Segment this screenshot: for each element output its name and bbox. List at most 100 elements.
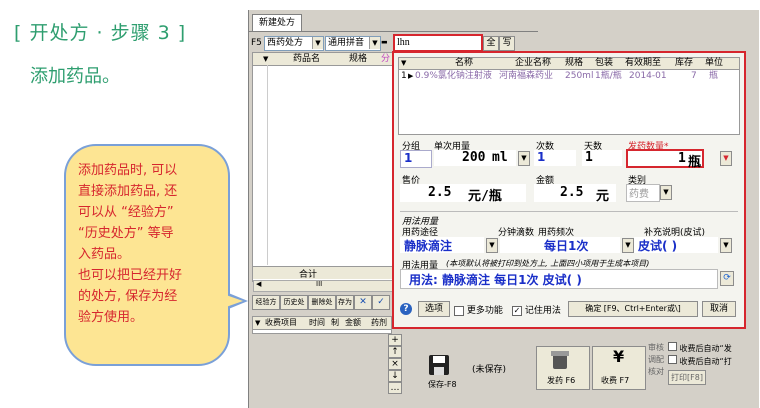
chevron-down-icon[interactable]: ▼: [622, 238, 634, 253]
frequency-field[interactable]: 每日1次: [500, 237, 620, 253]
confirm-button[interactable]: 确定 [F9、Ctrl+Enter或\]: [568, 301, 698, 317]
sort-arrow-icon: ▼: [255, 319, 261, 327]
route-value: 静脉滴注: [404, 239, 453, 253]
dose-value: 200: [462, 150, 486, 165]
frequency-value: 每日1次: [544, 239, 589, 253]
route-field[interactable]: 静脉滴注: [400, 237, 484, 253]
row-pointer-icon: ▶: [408, 72, 414, 80]
close-icon[interactable]: ✕: [354, 295, 372, 310]
quantity-unit: 瓶: [688, 155, 702, 170]
search-input[interactable]: lhn: [393, 34, 483, 52]
checkbox[interactable]: [454, 305, 464, 316]
note-field[interactable]: 皮试( ): [634, 237, 718, 253]
group-field[interactable]: 1: [400, 150, 432, 168]
scroll-left-icon: ◀: [256, 280, 262, 288]
west-med-select-value: 西药处方: [267, 38, 304, 48]
chevron-down-icon[interactable]: ▼: [518, 151, 530, 166]
west-med-select[interactable]: 西药处方 ▼: [264, 36, 324, 51]
move-up-button[interactable]: ↑: [388, 346, 402, 358]
dispense-label: 发药 F6: [547, 376, 576, 385]
tip-text: 添加药品时, 可以 直接添加药品, 还 可以从 “经验方” “历史处方” 等导 …: [78, 160, 224, 328]
times-field[interactable]: 1: [534, 150, 576, 166]
row-spec: 250ml: [565, 71, 594, 81]
search-input-value: lhn: [397, 37, 410, 48]
save-button-label: 保存-F8: [428, 380, 457, 389]
checkbox[interactable]: [668, 355, 677, 364]
check-icon[interactable]: ✓: [372, 295, 390, 310]
checkbox[interactable]: [668, 342, 677, 351]
chevron-down-icon[interactable]: ▼: [486, 238, 498, 253]
all-button[interactable]: 全: [483, 36, 499, 51]
subtotal-label: 合计: [299, 270, 318, 280]
verify-label: 核对: [648, 367, 664, 376]
allocate-label: 调配: [648, 355, 664, 364]
more-functions-label: 更多功能: [466, 306, 503, 316]
help-icon[interactable]: ?: [400, 303, 412, 315]
tip-line: 验方使用。: [78, 310, 144, 325]
refresh-icon[interactable]: ⟳: [720, 271, 734, 286]
subtotal-row: 合计: [253, 266, 392, 280]
pinyin-select[interactable]: 通用拼音 ▼: [325, 36, 381, 51]
f5-label: F5: [251, 38, 262, 48]
drug-row[interactable]: 1 ▶ 0.9%氯化钠注射液 河南福森药业 250ml 1瓶/瓶 2014-01…: [399, 70, 739, 82]
options-button[interactable]: 选项: [418, 301, 450, 317]
tab-new-prescription[interactable]: 新建处方: [252, 14, 303, 31]
delete-prescription-button[interactable]: 删除处方: [308, 295, 336, 310]
row-unit: 瓶: [709, 71, 719, 81]
chevron-down-icon[interactable]: ▼: [720, 238, 732, 253]
row-pack: 1瓶/瓶: [595, 71, 622, 81]
sort-arrow-icon: ▼: [401, 59, 407, 67]
row-maker: 河南福森药业: [499, 71, 554, 81]
row-name: 0.9%氯化钠注射液: [415, 71, 492, 81]
chevron-down-icon[interactable]: ▼: [720, 151, 732, 166]
checkbox-checked[interactable]: ✓: [512, 305, 522, 316]
remember-usage-option[interactable]: ✓ 记住用法: [512, 303, 561, 316]
col-drug-name: 药品名: [293, 54, 321, 64]
usage-text-hint: (本项默认将被打印到处方上, 上面四小项用于生成本项目): [446, 259, 650, 268]
review-label: 审核: [648, 343, 664, 352]
more-functions-option[interactable]: 更多功能: [454, 303, 503, 316]
sort-arrow-icon: ▼: [263, 55, 269, 63]
row-indicator-column: [253, 65, 268, 265]
write-button[interactable]: 写: [499, 36, 515, 51]
delete-row-button[interactable]: ×: [388, 358, 402, 370]
cancel-button[interactable]: 取消: [702, 301, 736, 317]
tip-line: 的处方, 保存为经: [78, 289, 178, 304]
add-row-button[interactable]: +: [388, 334, 402, 346]
tip-line: 添加药品时, 可以: [78, 163, 178, 178]
row-expiry: 2014-01: [629, 71, 667, 81]
amount-value: 2.5: [560, 185, 584, 200]
auto-dispense-option[interactable]: 收费后自动“发: [668, 342, 732, 355]
chevron-down-icon[interactable]: ▼: [660, 185, 672, 200]
dose-field[interactable]: 200 ml: [434, 150, 516, 166]
col-group: 分: [381, 54, 391, 64]
save-button[interactable]: (未保存) 保存-F8: [420, 352, 520, 390]
category-select[interactable]: 药费: [626, 184, 660, 202]
charge-button[interactable]: ¥ 收费 F7: [592, 346, 646, 390]
more-button[interactable]: …: [388, 382, 402, 394]
col-time: 时间: [309, 318, 325, 327]
tip-line: “历史处方” 等导: [78, 226, 174, 241]
quantity-field[interactable]: 1 瓶: [626, 149, 704, 170]
usage-text-field[interactable]: 用法: 静脉滴注 每日1次 皮试( ): [400, 269, 718, 289]
group-value: 1: [404, 151, 413, 165]
yen-icon: ¥: [613, 347, 625, 366]
col-pack: 包装: [595, 58, 614, 68]
auto-print-option[interactable]: 收费后自动“打: [668, 355, 732, 368]
prescription-grid: [252, 52, 394, 282]
dash-icon: ▬: [381, 38, 388, 46]
move-down-button[interactable]: ↓: [388, 370, 402, 382]
pill-bottle-icon: [551, 351, 569, 369]
pinyin-select-value: 通用拼音: [328, 38, 365, 48]
col-stock: 库存: [675, 58, 694, 68]
experience-recipe-button[interactable]: 经验方: [252, 295, 280, 310]
dispense-button[interactable]: 发药 F6: [536, 346, 590, 390]
category-value: 药费: [629, 189, 649, 200]
tip-line: 直接添加药品, 还: [78, 184, 178, 199]
days-field[interactable]: 1: [582, 150, 622, 166]
save-as-recipe-button[interactable]: 存为经验方: [336, 295, 354, 310]
print-button[interactable]: 打印[F8]: [668, 370, 706, 385]
row-stock: 7: [691, 71, 697, 81]
history-prescription-button[interactable]: 历史处方: [280, 295, 308, 310]
horizontal-scrollbar[interactable]: ◀ III: [253, 280, 394, 292]
